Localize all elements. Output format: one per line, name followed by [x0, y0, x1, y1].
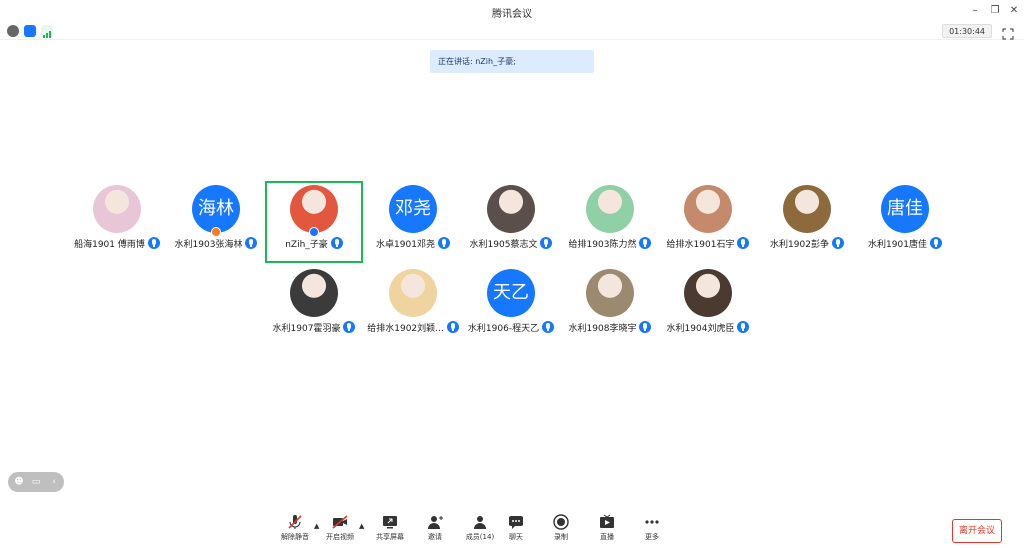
info-icon[interactable]	[7, 25, 19, 37]
avatar	[684, 185, 732, 233]
participant-tile[interactable]: 水利1902彭争	[758, 181, 856, 263]
audio-options-caret-icon[interactable]: ▲	[314, 522, 319, 530]
participant-tile[interactable]: 水利1908李晓宇	[561, 265, 659, 347]
avatar: 唐佳	[881, 185, 929, 233]
participant-tile[interactable]: 天乙 水利1906-程天乙	[462, 265, 560, 347]
avatar	[783, 185, 831, 233]
participant-name: 水利1908李晓宇	[568, 324, 637, 334]
participant-tile[interactable]: 水利1905蔡志文	[462, 181, 560, 263]
participant-name: 水卓1901邓尧	[376, 240, 435, 250]
leave-meeting-button[interactable]: 离开会议	[952, 519, 1002, 543]
avatar	[586, 269, 634, 317]
invite-icon	[428, 516, 443, 529]
avatar	[290, 269, 338, 317]
avatar: 海林	[192, 185, 240, 233]
participant-name: 水利1904刘虎臣	[666, 324, 735, 334]
invite-button[interactable]: 邀请	[415, 514, 455, 542]
side-panel-toggle[interactable]: ☻ ▭ ‹	[8, 472, 64, 492]
share-screen-icon	[383, 516, 397, 529]
title-bar: 腾讯会议 – ❐ ✕	[0, 0, 1024, 22]
share-screen-button[interactable]: 共享屏幕	[370, 514, 410, 542]
participant-name: 给排1903陈力然	[568, 240, 637, 250]
participant-tile[interactable]: 海林 水利1903张海林	[167, 181, 265, 263]
participant-name: 水利1901唐佳	[868, 240, 927, 250]
avatar	[586, 185, 634, 233]
live-button[interactable]: 直播	[587, 514, 627, 542]
participant-tile[interactable]: 水利1907霍羽豪	[265, 265, 363, 347]
more-icon	[645, 520, 659, 524]
fullscreen-icon[interactable]	[1002, 25, 1014, 40]
shield-icon[interactable]	[24, 25, 36, 37]
participant-tile[interactable]: 给排1903陈力然	[561, 181, 659, 263]
bottom-toolbar: 解除静音 ▲ 开启视频 ▲ 共享屏幕 邀请 成员(14) 聊天 录制 直播 更多	[0, 510, 1024, 548]
members-button[interactable]: 成员(14)	[460, 514, 500, 542]
participant-name: 水利1902彭争	[770, 240, 829, 250]
avatar: 天乙	[487, 269, 535, 317]
avatar	[290, 185, 338, 233]
avatar	[487, 185, 535, 233]
start-video-button[interactable]: 开启视频	[320, 514, 360, 542]
video-options-caret-icon[interactable]: ▲	[359, 522, 364, 530]
avatar	[389, 269, 437, 317]
window-title: 腾讯会议	[492, 9, 532, 20]
status-bar: 01:30:44	[0, 22, 1024, 40]
record-button[interactable]: 录制	[541, 514, 581, 542]
participant-tile[interactable]: 水利1904刘虎臣	[659, 265, 757, 347]
participant-tile[interactable]: 给排水1902刘颖...	[364, 265, 462, 347]
participant-name: 水利1907霍羽豪	[272, 324, 341, 334]
participant-tile-active[interactable]: nZih_子豪	[265, 181, 363, 263]
meeting-timer: 01:30:44	[942, 24, 992, 38]
emoji-icon[interactable]: ☻	[13, 476, 25, 488]
close-button[interactable]: ✕	[1005, 3, 1023, 19]
subtitle-icon[interactable]: ▭	[30, 476, 42, 488]
participant-name: 给排水1901石宇	[666, 240, 735, 250]
mic-muted-icon	[288, 515, 302, 529]
avatar: 邓尧	[389, 185, 437, 233]
participant-name: 水利1905蔡志文	[469, 240, 538, 250]
participant-name: 给排水1902刘颖...	[367, 324, 444, 334]
mic-icon	[330, 237, 343, 249]
participant-name: 水利1906-程天乙	[467, 324, 540, 334]
mic-icon	[929, 237, 942, 249]
participant-tile[interactable]: 邓尧 水卓1901邓尧	[364, 181, 462, 263]
minimize-button[interactable]: –	[966, 3, 984, 19]
more-button[interactable]: 更多	[632, 514, 672, 542]
participant-tile[interactable]: 唐佳 水利1901唐佳	[856, 181, 954, 263]
collapse-icon[interactable]: ‹	[48, 476, 60, 488]
participant-tile[interactable]: 给排水1901石宇	[659, 181, 757, 263]
signal-icon[interactable]	[41, 25, 53, 38]
mic-icon	[737, 321, 750, 333]
chat-button[interactable]: 聊天	[496, 514, 536, 542]
participant-name: nZih_子豪	[285, 240, 328, 250]
participant-name: 船海1901 傅雨博	[74, 240, 145, 250]
unmute-button[interactable]: 解除静音	[275, 514, 315, 542]
host-badge-icon	[211, 227, 221, 237]
record-icon	[553, 514, 569, 530]
participant-name: 水利1903张海林	[174, 240, 243, 250]
restore-button[interactable]: ❐	[986, 3, 1004, 19]
camera-off-icon	[332, 515, 348, 529]
avatar	[93, 185, 141, 233]
self-badge-icon	[309, 227, 319, 237]
chat-icon	[509, 516, 523, 529]
speaking-banner: 正在讲话: nZih_子豪;	[430, 50, 594, 73]
members-icon	[474, 516, 486, 529]
avatar	[684, 269, 732, 317]
participant-tile[interactable]: 船海1901 傅雨博	[68, 181, 166, 263]
live-icon	[600, 514, 614, 528]
